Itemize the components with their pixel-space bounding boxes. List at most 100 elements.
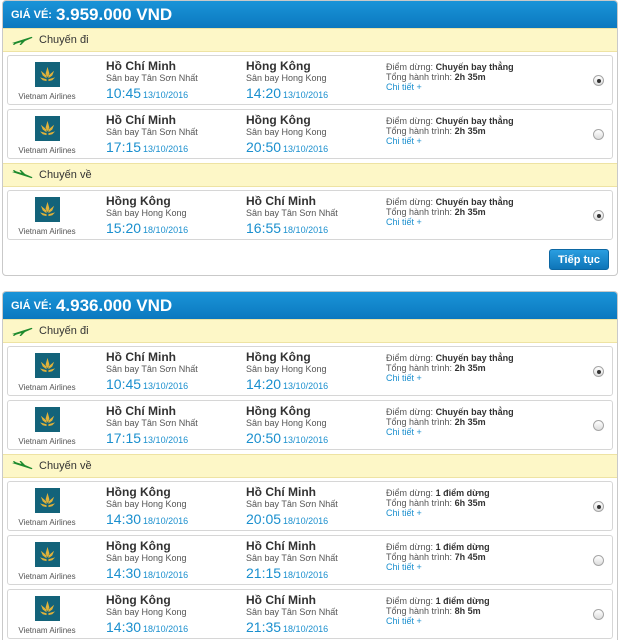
- flight-info: Điểm dừng: 1 điểm dừng Tổng hành trình: …: [386, 596, 576, 626]
- select-radio[interactable]: [593, 210, 604, 221]
- flight-option[interactable]: Vietnam Airlines Hồng Kông Sân bay Hong …: [7, 589, 613, 639]
- outbound-header: Chuyến đi: [3, 319, 617, 343]
- detail-link[interactable]: Chi tiết +: [386, 562, 576, 572]
- departure-leg: Hồ Chí Minh Sân bay Tân Sơn Nhất 10:45 13…: [106, 350, 246, 395]
- arrival-leg: Hồ Chí Minh Sân bay Tân Sơn Nhất 20:05 18…: [246, 485, 386, 530]
- arrival-time: 16:55: [246, 220, 282, 236]
- arrival-city: Hồng Kông: [246, 350, 311, 364]
- flight-option[interactable]: Vietnam Airlines Hồng Kông Sân bay Hong …: [7, 535, 613, 585]
- detail-link[interactable]: Chi tiết +: [386, 217, 576, 227]
- flight-option[interactable]: Vietnam Airlines Hồ Chí Minh Sân bay Tân…: [7, 109, 613, 159]
- departure-airport: Sân bay Tân Sơn Nhất: [106, 364, 198, 374]
- duration-value: 2h 35m: [454, 207, 486, 217]
- flight-option[interactable]: Vietnam Airlines Hồ Chí Minh Sân bay Tân…: [7, 55, 613, 105]
- flight-option[interactable]: Vietnam Airlines Hồ Chí Minh Sân bay Tân…: [7, 400, 613, 450]
- arrival-city: Hồng Kông: [246, 113, 311, 127]
- lotus-logo-icon: [35, 596, 60, 621]
- detail-link[interactable]: Chi tiết +: [386, 427, 576, 437]
- arrival-city: Hồng Kông: [246, 59, 311, 73]
- outbound-header: Chuyến đi: [3, 28, 617, 52]
- stops-value: 1 điểm dừng: [435, 596, 490, 606]
- flight-option[interactable]: Vietnam Airlines Hồng Kông Sân bay Hong …: [7, 190, 613, 240]
- arrival-airport: Sân bay Hong Kong: [246, 364, 327, 374]
- departure-time: 15:20: [106, 220, 142, 236]
- arrival-city: Hồ Chí Minh: [246, 539, 316, 553]
- select-radio[interactable]: [593, 366, 604, 377]
- detail-link[interactable]: Chi tiết +: [386, 508, 576, 518]
- select-radio[interactable]: [593, 609, 604, 620]
- price-bar: GIÁ VÉ: 4.936.000 VND: [3, 292, 617, 319]
- departure-airport: Sân bay Hong Kong: [106, 208, 187, 218]
- departure-city: Hồng Kông: [106, 593, 171, 607]
- arrival-airport: Sân bay Tân Sơn Nhất: [246, 499, 338, 509]
- detail-link[interactable]: Chi tiết +: [386, 616, 576, 626]
- arrival-date: 18/10/2016: [283, 624, 329, 634]
- select-radio[interactable]: [593, 75, 604, 86]
- departure-airport: Sân bay Tân Sơn Nhất: [106, 73, 198, 83]
- select-radio[interactable]: [593, 420, 604, 431]
- departure-date: 13/10/2016: [143, 435, 189, 445]
- duration-value: 2h 35m: [454, 126, 486, 136]
- arrival-city: Hồ Chí Minh: [246, 194, 316, 208]
- return-header: Chuyến về: [3, 163, 617, 187]
- arrival-airport: Sân bay Hong Kong: [246, 127, 327, 137]
- flight-info: Điểm dừng: 1 điểm dừng Tổng hành trình: …: [386, 488, 576, 518]
- select-radio[interactable]: [593, 129, 604, 140]
- lotus-logo-icon: [35, 488, 60, 513]
- continue-button[interactable]: Tiếp tục: [549, 249, 609, 270]
- price-value: 3.959.000 VND: [55, 4, 173, 24]
- stops-label: Điểm dừng:: [386, 488, 434, 498]
- flight-option[interactable]: Vietnam Airlines Hồ Chí Minh Sân bay Tân…: [7, 346, 613, 396]
- return-label: Chuyến về: [39, 169, 92, 181]
- departure-city: Hồ Chí Minh: [106, 350, 176, 364]
- arrival-time: 20:50: [246, 430, 282, 446]
- arrival-date: 13/10/2016: [283, 144, 329, 154]
- lotus-logo-icon: [35, 62, 60, 87]
- detail-link[interactable]: Chi tiết +: [386, 136, 576, 146]
- duration-label: Tổng hành trình:: [386, 417, 453, 427]
- departure-leg: Hồng Kông Sân bay Hong Kong 14:30 18/10/2…: [106, 539, 246, 584]
- departure-airport: Sân bay Hong Kong: [106, 553, 187, 563]
- arrival-leg: Hồ Chí Minh Sân bay Tân Sơn Nhất 21:15 18…: [246, 539, 386, 584]
- arrival-leg: Hồ Chí Minh Sân bay Tân Sơn Nhất 16:55 18…: [246, 194, 386, 239]
- arrival-date: 18/10/2016: [283, 225, 329, 235]
- flight-option[interactable]: Vietnam Airlines Hồng Kông Sân bay Hong …: [7, 481, 613, 531]
- departure-city: Hồng Kông: [106, 485, 171, 499]
- departure-city: Hồng Kông: [106, 539, 171, 553]
- select-radio[interactable]: [593, 501, 604, 512]
- duration-label: Tổng hành trình:: [386, 606, 453, 616]
- departure-date: 18/10/2016: [143, 225, 189, 235]
- departure-time: 10:45: [106, 85, 142, 101]
- airline-name: Vietnam Airlines: [18, 383, 76, 392]
- departure-date: 13/10/2016: [143, 381, 189, 391]
- arrival-date: 13/10/2016: [283, 381, 329, 391]
- price-value: 4.936.000 VND: [55, 295, 173, 315]
- arrival-leg: Hồng Kông Sân bay Hong Kong 20:50 13/10/2…: [246, 113, 386, 158]
- departure-airport: Sân bay Tân Sơn Nhất: [106, 127, 198, 137]
- arrival-date: 13/10/2016: [283, 435, 329, 445]
- stops-value: Chuyến bay thẳng: [435, 197, 514, 207]
- departure-leg: Hồ Chí Minh Sân bay Tân Sơn Nhất 17:15 13…: [106, 113, 246, 158]
- airline-name: Vietnam Airlines: [18, 626, 76, 635]
- arrival-time: 20:50: [246, 139, 282, 155]
- airline-block: Vietnam Airlines: [8, 536, 86, 584]
- flight-info: Điểm dừng: Chuyến bay thẳng Tổng hành tr…: [386, 353, 576, 383]
- arrival-date: 18/10/2016: [283, 570, 329, 580]
- departure-leg: Hồng Kông Sân bay Hong Kong 14:30 18/10/2…: [106, 593, 246, 638]
- lotus-logo-icon: [35, 542, 60, 567]
- duration-label: Tổng hành trình:: [386, 498, 453, 508]
- price-label: GIÁ VÉ:: [11, 8, 52, 21]
- arrival-city: Hồ Chí Minh: [246, 593, 316, 607]
- lotus-logo-icon: [35, 116, 60, 141]
- detail-link[interactable]: Chi tiết +: [386, 373, 576, 383]
- stops-value: Chuyến bay thẳng: [435, 353, 514, 363]
- arrival-time: 14:20: [246, 85, 282, 101]
- airline-name: Vietnam Airlines: [18, 437, 76, 446]
- flight-info: Điểm dừng: Chuyến bay thẳng Tổng hành tr…: [386, 62, 576, 92]
- plane-departure-icon: [12, 327, 33, 336]
- detail-link[interactable]: Chi tiết +: [386, 82, 576, 92]
- fare-package-1: GIÁ VÉ: 3.959.000 VND Chuyến đi Vietnam …: [2, 0, 618, 276]
- select-radio[interactable]: [593, 555, 604, 566]
- departure-time: 14:30: [106, 565, 142, 581]
- return-label: Chuyến về: [39, 460, 92, 472]
